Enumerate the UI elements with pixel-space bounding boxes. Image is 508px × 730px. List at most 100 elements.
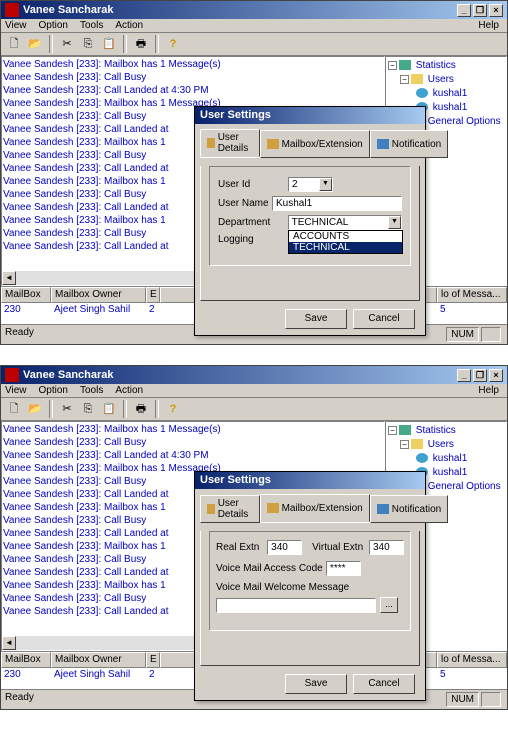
scroll-left-icon[interactable]: ◄ — [2, 271, 16, 285]
virtual-extn-input[interactable] — [369, 540, 404, 555]
toolbar: 🗋 📂 ✂ ⎘ 📋 🖶 ? — [1, 398, 507, 421]
print-icon[interactable]: 🖶 — [132, 35, 150, 53]
tab-notification[interactable]: Notification — [370, 495, 448, 523]
tree-user-item[interactable]: kushal1 — [388, 452, 504, 466]
dept-combo[interactable]: TECHNICAL — [288, 215, 402, 230]
tab-mailbox[interactable]: Mailbox/Extension — [260, 494, 370, 522]
tab-notification[interactable]: Notification — [370, 130, 448, 158]
col-owner[interactable]: Mailbox Owner — [51, 652, 146, 668]
app-title: Vanee Sancharak — [23, 4, 114, 16]
welcome-input[interactable] — [216, 598, 376, 613]
maximize-button[interactable]: ❐ — [473, 369, 487, 382]
save-button[interactable]: Save — [285, 309, 347, 329]
app-icon — [5, 368, 19, 382]
open-icon[interactable]: 📂 — [26, 400, 44, 418]
notification-tab-icon — [377, 504, 389, 514]
cancel-button[interactable]: Cancel — [353, 309, 415, 329]
maximize-button[interactable]: ❐ — [473, 4, 487, 17]
menu-tools[interactable]: Tools — [80, 385, 103, 396]
logging-label: Logging — [218, 234, 288, 245]
copy-icon[interactable]: ⎘ — [79, 400, 97, 418]
menu-action[interactable]: Action — [115, 20, 143, 31]
username-label: User Name — [218, 198, 272, 209]
menubar: View Option Tools Action Help — [1, 19, 507, 33]
paste-icon[interactable]: 📋 — [100, 35, 118, 53]
cut-icon[interactable]: ✂ — [58, 35, 76, 53]
browse-button[interactable]: ... — [380, 597, 398, 613]
log-line: Vanee Sandesh [233]: Mailbox has 1 Messa… — [3, 423, 383, 436]
user-icon — [416, 453, 428, 463]
menu-option[interactable]: Option — [39, 385, 68, 396]
menu-option[interactable]: Option — [39, 20, 68, 31]
notification-tab-icon — [377, 139, 389, 149]
stats-icon — [399, 60, 411, 70]
userid-combo[interactable]: 2 — [288, 177, 333, 192]
col-owner[interactable]: Mailbox Owner — [51, 287, 146, 303]
help-icon[interactable]: ? — [164, 400, 182, 418]
save-button[interactable]: Save — [285, 674, 347, 694]
tree-user-item[interactable]: kushal1 — [388, 87, 504, 101]
vm-access-input[interactable] — [326, 561, 361, 576]
minimize-button[interactable]: _ — [457, 369, 471, 382]
chevron-down-icon — [319, 178, 332, 191]
col-messages[interactable]: lo of Messa... — [437, 652, 507, 668]
col-mailbox[interactable]: MailBox — [1, 287, 51, 303]
log-line: Vanee Sandesh [233]: Call Busy — [3, 71, 383, 84]
user-tab-icon — [207, 138, 215, 148]
dialog-title: User Settings — [195, 472, 425, 489]
minimize-button[interactable]: _ — [457, 4, 471, 17]
user-tab-icon — [207, 504, 215, 514]
log-line: Vanee Sandesh [233]: Call Busy — [3, 436, 383, 449]
status-num: NUM — [446, 327, 479, 342]
new-icon[interactable]: 🗋 — [5, 400, 23, 418]
user-settings-dialog: User Settings User Details Mailbox/Exten… — [194, 471, 426, 701]
tab-mailbox[interactable]: Mailbox/Extension — [260, 130, 370, 158]
tab-user-details[interactable]: User Details — [200, 129, 260, 157]
mailbox-tab-icon — [267, 503, 279, 513]
folder-icon — [411, 74, 423, 84]
menu-help[interactable]: Help — [478, 385, 499, 396]
print-icon[interactable]: 🖶 — [132, 400, 150, 418]
real-extn-input[interactable] — [267, 540, 302, 555]
help-icon[interactable]: ? — [164, 35, 182, 53]
col-e[interactable]: E — [146, 287, 160, 303]
toolbar: 🗋 📂 ✂ ⎘ 📋 🖶 ? — [1, 33, 507, 56]
close-button[interactable]: × — [489, 4, 503, 17]
copy-icon[interactable]: ⎘ — [79, 35, 97, 53]
app-title: Vanee Sancharak — [23, 369, 114, 381]
scroll-left-icon[interactable]: ◄ — [2, 636, 16, 650]
col-messages[interactable]: lo of Messa... — [437, 287, 507, 303]
close-button[interactable]: × — [489, 369, 503, 382]
log-line: Vanee Sandesh [233]: Call Landed at 4:30… — [3, 449, 383, 462]
welcome-label: Voice Mail Welcome Message — [216, 582, 349, 593]
tree-root[interactable]: − Statistics — [388, 59, 504, 73]
menu-help[interactable]: Help — [478, 20, 499, 31]
log-line: Vanee Sandesh [233]: Call Landed at 4:30… — [3, 84, 383, 97]
dept-dropdown[interactable]: ACCOUNTS TECHNICAL — [288, 230, 403, 254]
userid-label: User Id — [218, 179, 288, 190]
menu-tools[interactable]: Tools — [80, 20, 103, 31]
stats-icon — [399, 425, 411, 435]
tree-users[interactable]: − Users — [388, 438, 504, 452]
dialog-title: User Settings — [195, 107, 425, 124]
paste-icon[interactable]: 📋 — [100, 400, 118, 418]
tree-users[interactable]: − Users — [388, 73, 504, 87]
tab-user-details[interactable]: User Details — [200, 495, 260, 523]
dept-option[interactable]: ACCOUNTS — [289, 231, 402, 242]
col-e[interactable]: E — [146, 652, 160, 668]
menu-view[interactable]: View — [5, 385, 27, 396]
new-icon[interactable]: 🗋 — [5, 35, 23, 53]
tree-root[interactable]: − Statistics — [388, 424, 504, 438]
col-mailbox[interactable]: MailBox — [1, 652, 51, 668]
cut-icon[interactable]: ✂ — [58, 400, 76, 418]
mailbox-tab-icon — [267, 139, 279, 149]
titlebar: Vanee Sancharak _ ❐ × — [1, 1, 507, 19]
log-line: Vanee Sandesh [233]: Mailbox has 1 Messa… — [3, 58, 383, 71]
open-icon[interactable]: 📂 — [26, 35, 44, 53]
username-input[interactable] — [272, 196, 402, 211]
cancel-button[interactable]: Cancel — [353, 674, 415, 694]
dept-option[interactable]: TECHNICAL — [289, 242, 402, 253]
menu-view[interactable]: View — [5, 20, 27, 31]
menu-action[interactable]: Action — [115, 385, 143, 396]
real-extn-label: Real Extn — [216, 542, 263, 553]
